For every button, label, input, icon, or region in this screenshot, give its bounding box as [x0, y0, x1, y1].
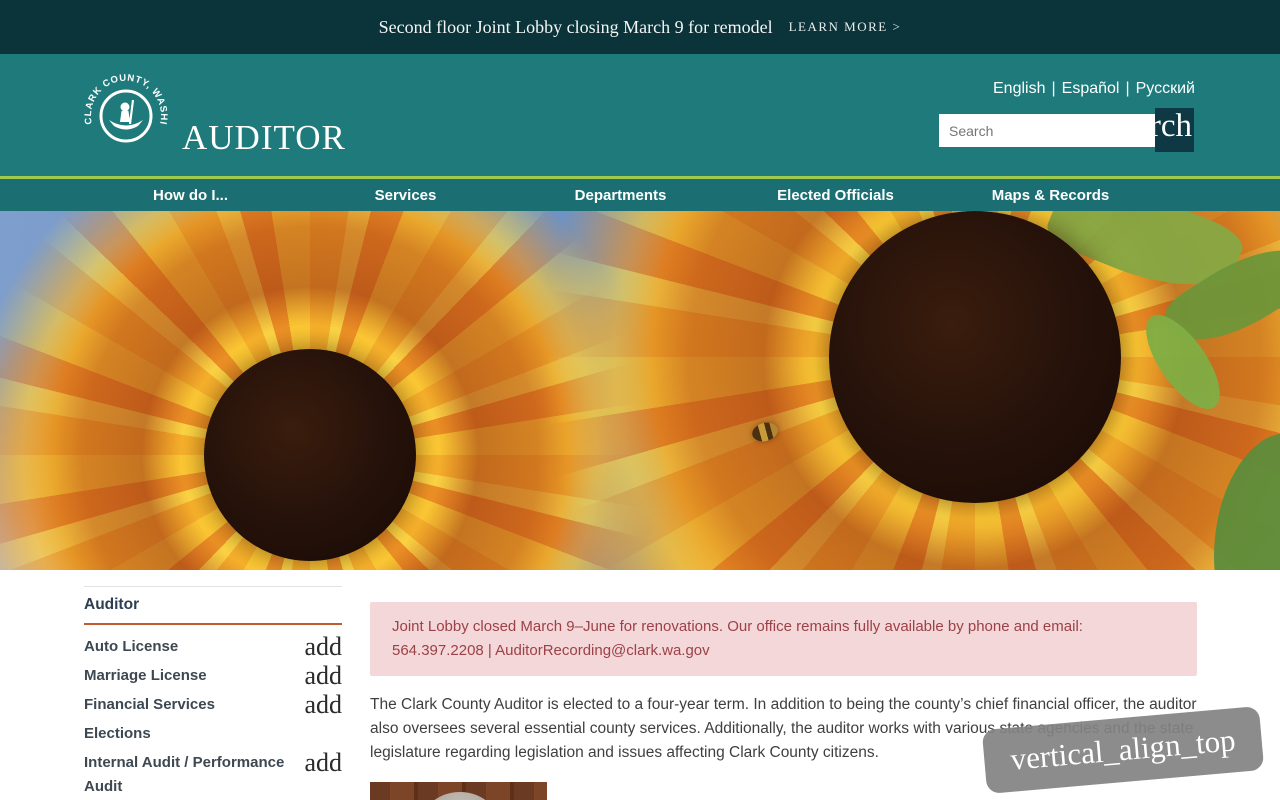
- sunflower-center-left: [204, 349, 416, 561]
- paddler-head: [120, 102, 130, 112]
- language-separator: |: [1051, 80, 1056, 97]
- sidebar-item-elections[interactable]: Elections: [84, 719, 342, 748]
- sidebar-item-auditor[interactable]: Auditor: [84, 596, 342, 625]
- language-switcher: English | Español | Русский: [993, 80, 1195, 98]
- sidebar-item-auto-license[interactable]: Auto License add: [84, 632, 342, 661]
- county-seal-logo[interactable]: CLARK COUNTY, WASHINGTON: [82, 70, 170, 158]
- language-link-russian[interactable]: Русский: [1136, 80, 1195, 97]
- sidebar-item-marriage-license[interactable]: Marriage License add: [84, 661, 342, 690]
- sidebar-menu: Auditor Auto License add Marriage Licens…: [84, 586, 342, 800]
- nav-item-elected-officials[interactable]: Elected Officials: [728, 187, 943, 204]
- add-expander-icon[interactable]: add: [294, 749, 342, 775]
- notice-text: Joint Lobby closed March 9–June for reno…: [392, 618, 1083, 659]
- nav-item-maps-records[interactable]: Maps & Records: [943, 187, 1158, 204]
- nav-item-departments[interactable]: Departments: [513, 187, 728, 204]
- page-title: AUDITOR: [182, 118, 346, 157]
- sunflower-center-right: [829, 211, 1121, 503]
- sidebar-list: Auto License add Marriage License add Fi…: [84, 632, 342, 800]
- hero-sunflower-image: [0, 211, 1280, 570]
- sidebar-item-internal-audit[interactable]: Internal Audit / Performance Audit add: [84, 748, 342, 800]
- notice-box: Joint Lobby closed March 9–June for reno…: [370, 602, 1197, 676]
- search-area: Search: [939, 108, 1194, 152]
- language-separator: |: [1125, 80, 1130, 97]
- nav-item-how-do-i[interactable]: How do I...: [83, 187, 298, 204]
- search-button[interactable]: Search: [1102, 108, 1194, 152]
- paddle: [128, 99, 135, 125]
- page: Second floor Joint Lobby closing March 9…: [0, 0, 1280, 800]
- alert-banner: Second floor Joint Lobby closing March 9…: [0, 0, 1280, 54]
- paddler-body: [120, 111, 130, 122]
- search-input[interactable]: [939, 114, 1155, 147]
- sidebar-item-label: Financial Services: [84, 695, 215, 713]
- language-link-espanol[interactable]: Español: [1062, 80, 1120, 97]
- sidebar-item-label: Auto License: [84, 637, 179, 655]
- learn-more-link[interactable]: LEARN MORE >: [789, 19, 902, 35]
- add-expander-icon[interactable]: add: [294, 633, 342, 659]
- language-link-english[interactable]: English: [993, 80, 1045, 97]
- nav-item-services[interactable]: Services: [298, 187, 513, 204]
- auditor-portrait-photo: [370, 782, 547, 800]
- add-expander-icon[interactable]: add: [294, 662, 342, 688]
- sidebar-item-financial-services[interactable]: Financial Services add: [84, 690, 342, 719]
- site-header: CLARK COUNTY, WASHINGTON AUDITOR English…: [0, 54, 1280, 176]
- sidebar-item-label: Elections: [84, 724, 151, 742]
- alert-message: Second floor Joint Lobby closing March 9…: [378, 16, 773, 37]
- sidebar-item-label: Marriage License: [84, 666, 207, 684]
- portrait-head: [420, 792, 500, 800]
- add-expander-icon[interactable]: add: [294, 691, 342, 717]
- main-nav: How do I... Services Departments Elected…: [0, 179, 1280, 211]
- vertical-align-top-icon: vertical_align_top: [1009, 722, 1237, 777]
- sidebar-item-label: Internal Audit / Performance Audit: [84, 753, 285, 795]
